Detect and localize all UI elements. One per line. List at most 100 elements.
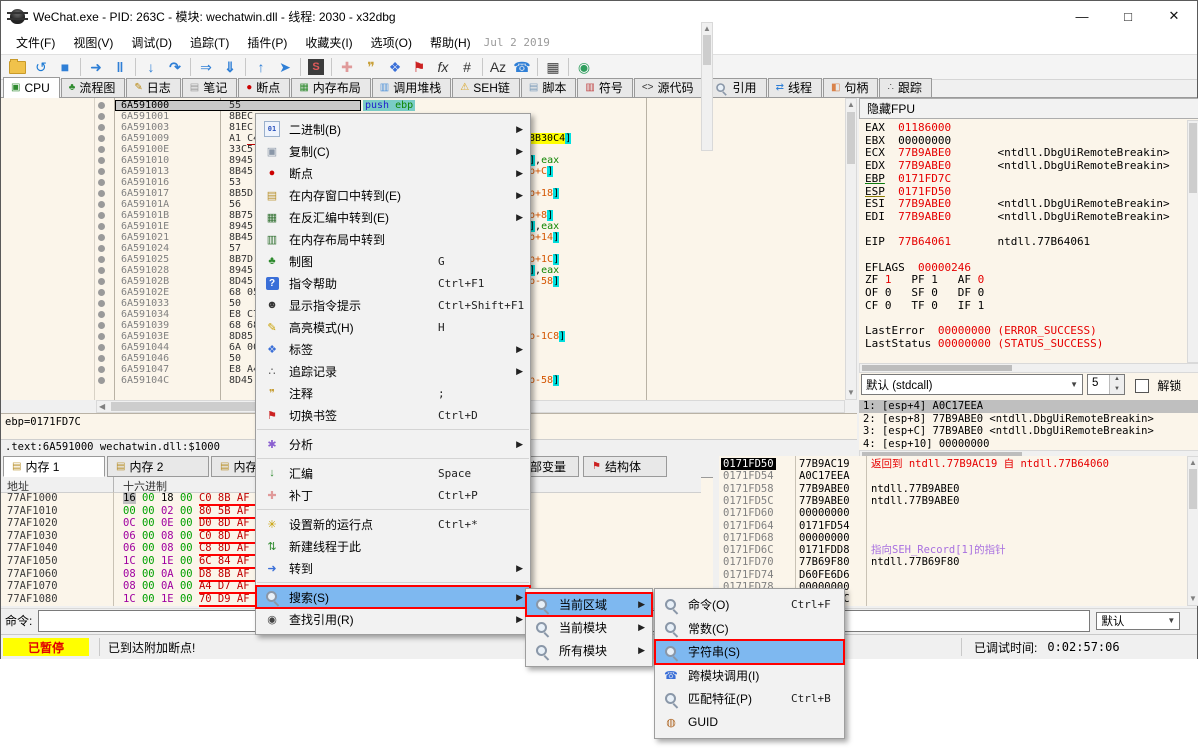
tab-cpu[interactable]: ▣CPU: [3, 77, 60, 98]
breakpoint-dot-icon[interactable]: [98, 344, 105, 351]
stepper-down-icon[interactable]: ▼: [1110, 385, 1124, 395]
tab-memory-map[interactable]: ▦内存布局: [291, 78, 370, 97]
tab-handles[interactable]: ◧句柄: [823, 78, 878, 97]
menu-item-pattern[interactable]: 匹配特征(P)Ctrl+B: [655, 687, 844, 711]
stack-row[interactable]: 0171FD74D60FE6D6: [719, 569, 1198, 581]
toolbar-snowman-icon[interactable]: #: [455, 57, 479, 77]
menu-item-follow-in-dump[interactable]: ▤在内存窗口中转到(E)▶: [256, 184, 530, 206]
menu-item-goto[interactable]: ➜转到▶: [256, 557, 530, 579]
breakpoint-dot-icon[interactable]: [98, 223, 105, 230]
menubar-item-0[interactable]: 文件(F): [7, 31, 64, 54]
toolbar-run-to-selection-icon[interactable]: ⇒: [194, 57, 218, 77]
register-line[interactable]: CF 0 TF 0 IF 1: [865, 300, 1185, 313]
tab-memory-1[interactable]: ▤内存 1: [3, 456, 105, 477]
breakpoint-dot-icon[interactable]: [98, 146, 105, 153]
menu-item-find-references[interactable]: ◉查找引用(R)▶: [256, 608, 530, 630]
command-profile-select[interactable]: 默认 ▼: [1096, 612, 1180, 630]
memory-vscrollbar[interactable]: ▲: [701, 22, 713, 151]
tab-seh[interactable]: ⚠SEH链: [452, 78, 520, 97]
menu-item-search[interactable]: 搜索(S)▶: [256, 586, 530, 608]
toolbar-step-over-icon[interactable]: ↷: [163, 57, 187, 77]
menu-item-string-references[interactable]: 字符串(S): [655, 640, 844, 664]
menubar-item-4[interactable]: 插件(P): [238, 31, 296, 54]
toolbar-settings-globe-icon[interactable]: ◉: [572, 57, 596, 77]
tab-script[interactable]: ▤脚本: [521, 78, 576, 97]
menu-item-all-modules[interactable]: 所有模块▶: [526, 639, 652, 662]
stack-panel[interactable]: 0171FD5077B9AC19返回到 ntdll.77B9AC19 自 ntd…: [719, 456, 1198, 606]
stack-row[interactable]: 0171FD6C0171FDD8指向SEH_Record[1]的指针: [719, 544, 1198, 556]
breakpoint-dot-icon[interactable]: [98, 278, 105, 285]
tab-threads[interactable]: ⇄线程: [768, 78, 822, 97]
toolbar-bookmark-icon[interactable]: ⚑: [407, 57, 431, 77]
minimize-button[interactable]: —: [1059, 1, 1105, 31]
argument-row[interactable]: 1: [esp+4] A0C17EEA: [859, 400, 1198, 413]
toolbar-execute-till-return-icon[interactable]: ⇓: [218, 57, 242, 77]
menu-item-new-thread-here[interactable]: ⇅新建线程于此: [256, 535, 530, 557]
scroll-up-icon[interactable]: ▲: [846, 100, 856, 110]
menu-item-current-module[interactable]: 当前模块▶: [526, 616, 652, 639]
tab-graph[interactable]: ♣流程图: [61, 78, 126, 97]
toolbar-run-icon[interactable]: ➜: [84, 57, 108, 77]
unlock-checkbox-group[interactable]: 解锁: [1135, 377, 1181, 394]
breakpoint-dot-icon[interactable]: [98, 333, 105, 340]
menu-item-copy[interactable]: ▣复制(C)▶: [256, 140, 530, 162]
menu-item-show-mnemonic-brief[interactable]: ☻显示指令提示Ctrl+Shift+F1: [256, 294, 530, 316]
calling-convention-select[interactable]: 默认 (stdcall) ▼: [861, 374, 1083, 395]
menu-item-comment[interactable]: ❞注释;: [256, 382, 530, 404]
breakpoint-dot-icon[interactable]: [98, 113, 105, 120]
stack-row[interactable]: 0171FD6000000000: [719, 507, 1198, 519]
scroll-down-icon[interactable]: ▼: [1188, 594, 1198, 604]
breakpoint-dot-icon[interactable]: [98, 245, 105, 252]
breakpoint-dot-icon[interactable]: [98, 355, 105, 362]
breakpoint-dot-icon[interactable]: [98, 157, 105, 164]
stepper-up-icon[interactable]: ▲: [1110, 375, 1124, 385]
toolbar-intermodular-calls-icon[interactable]: ☎: [510, 57, 534, 77]
toolbar-label-icon[interactable]: ❖: [383, 57, 407, 77]
registers-vscrollbar[interactable]: [1187, 120, 1198, 363]
tab-trace[interactable]: ∴跟踪: [879, 78, 931, 97]
scrollbar-thumb[interactable]: [862, 365, 1012, 371]
menu-item-breakpoint[interactable]: ●断点▶: [256, 162, 530, 184]
stack-row[interactable]: 0171FD6800000000: [719, 532, 1198, 544]
breakpoint-dot-icon[interactable]: [98, 311, 105, 318]
menu-item-command[interactable]: 命令(O)Ctrl+F: [655, 593, 844, 617]
breakpoint-dot-icon[interactable]: [98, 366, 105, 373]
unlock-checkbox[interactable]: [1135, 379, 1149, 393]
argument-row[interactable]: 4: [esp+10] 00000000: [859, 438, 1198, 451]
breakpoint-dot-icon[interactable]: [98, 135, 105, 142]
menu-item-trace-record[interactable]: ∴追踪记录▶: [256, 360, 530, 382]
menu-item-assemble[interactable]: ↓汇编Space: [256, 462, 530, 484]
breakpoint-dot-icon[interactable]: [98, 190, 105, 197]
breakpoint-dot-icon[interactable]: [98, 300, 105, 307]
breakpoint-dot-icon[interactable]: [98, 289, 105, 296]
breakpoint-dot-icon[interactable]: [98, 377, 105, 384]
menubar-item-7[interactable]: 帮助(H): [421, 31, 480, 54]
hide-fpu-button[interactable]: 隐藏FPU: [859, 98, 1198, 119]
toolbar-comment-icon[interactable]: ❞: [359, 57, 383, 77]
stack-row[interactable]: 0171FD5C77B9ABE0ntdll.77B9ABE0: [719, 495, 1198, 507]
breakpoint-dot-icon[interactable]: [98, 124, 105, 131]
toolbar-script-s-icon[interactable]: S: [304, 57, 328, 77]
tab-source[interactable]: <>源代码: [634, 78, 704, 97]
arguments-panel[interactable]: 1: [esp+4] A0C17EEA2: [esp+8] 77B9ABE0 <…: [859, 400, 1198, 450]
toolbar-restart-icon[interactable]: ↺: [29, 57, 53, 77]
menubar-item-6[interactable]: 选项(O): [362, 31, 421, 54]
menu-item-guid[interactable]: ◍GUID: [655, 711, 844, 735]
scroll-left-icon[interactable]: ◀: [99, 402, 105, 411]
register-line[interactable]: EIP 77B64061 ntdll.77B64061: [865, 236, 1185, 249]
menu-item-analysis[interactable]: ✱分析▶: [256, 433, 530, 455]
tab-struct[interactable]: ⚑结构体: [583, 456, 667, 477]
menu-item-highlight-mode[interactable]: ✎高亮模式(H)H: [256, 316, 530, 338]
scroll-down-icon[interactable]: ▼: [846, 388, 856, 398]
menu-item-follow-in-disassembly[interactable]: ▦在反汇编中转到(E)▶: [256, 206, 530, 228]
toolbar-case-az-icon[interactable]: Az: [486, 57, 510, 77]
breakpoint-dot-icon[interactable]: [98, 168, 105, 175]
breakpoint-dot-icon[interactable]: [98, 179, 105, 186]
menu-item-instruction-help[interactable]: ?指令帮助Ctrl+F1: [256, 272, 530, 294]
scrollbar-thumb[interactable]: [847, 112, 855, 164]
argument-row[interactable]: 2: [esp+8] 77B9ABE0 <ntdll.DbgUiRemoteBr…: [859, 413, 1198, 426]
register-line[interactable]: LastStatus 00000000 (STATUS_SUCCESS): [865, 338, 1185, 351]
tab-breakpoints[interactable]: ●断点: [238, 78, 290, 97]
breakpoint-dot-icon[interactable]: [98, 102, 105, 109]
breakpoint-dot-icon[interactable]: [98, 234, 105, 241]
